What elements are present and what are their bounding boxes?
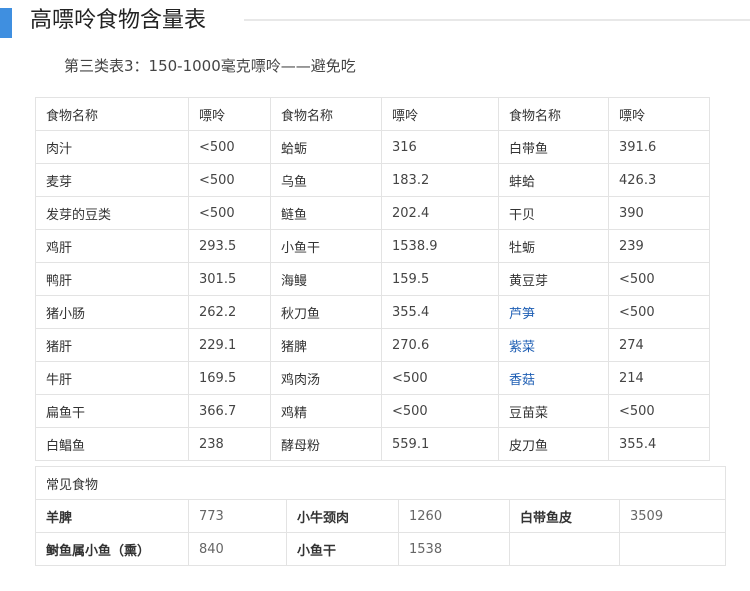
column-header-food-name: 食物名称 xyxy=(498,97,609,131)
food-name-cell: 肉汁 xyxy=(35,130,189,164)
table-row: 羊脾 773 小牛颈肉 1260 白带鱼皮 3509 xyxy=(35,499,727,533)
food-name-cell: 牡蛎 xyxy=(498,229,609,263)
column-header-food-name: 食物名称 xyxy=(270,97,382,131)
table-row: 鲥鱼属小鱼（熏） 840 小鱼干 1538 xyxy=(35,532,727,566)
purine-value-cell: 391.6 xyxy=(608,130,710,164)
purine-value-cell: 238 xyxy=(188,427,271,461)
purine-value-cell: 293.5 xyxy=(188,229,271,263)
purine-value-cell xyxy=(618,532,727,566)
food-link[interactable]: 芦笋 xyxy=(498,295,609,329)
purine-value-cell: 355.4 xyxy=(608,427,710,461)
column-header-purine: 嘌呤 xyxy=(381,97,499,131)
purine-value-cell: 3509 xyxy=(618,499,727,533)
food-name-cell: 黄豆芽 xyxy=(498,262,609,296)
food-name-cell: 蛤蛎 xyxy=(270,130,382,164)
purine-value-cell: 262.2 xyxy=(188,295,271,329)
purine-value-cell: 426.3 xyxy=(608,163,710,197)
food-name-cell: 牛肝 xyxy=(35,361,189,395)
heading-divider xyxy=(244,19,750,21)
purine-value-cell: 270.6 xyxy=(381,328,499,362)
purine-value-cell: 366.7 xyxy=(188,394,271,428)
food-name-cell: 海鳗 xyxy=(270,262,382,296)
purine-value-cell: <500 xyxy=(188,196,271,230)
food-name-cell: 皮刀鱼 xyxy=(498,427,609,461)
common-foods-caption: 常见食物 xyxy=(34,466,727,500)
purine-value-cell: 355.4 xyxy=(381,295,499,329)
purine-value-cell: 1538.9 xyxy=(381,229,499,263)
food-name-cell: 小鱼干 xyxy=(270,229,382,263)
purine-value-cell: <500 xyxy=(608,394,710,428)
common-foods-caption-row: 常见食物 xyxy=(34,466,727,500)
food-name-cell: 猪脾 xyxy=(270,328,382,362)
food-name-cell: 白带鱼 xyxy=(498,130,609,164)
table-row: 猪肝 229.1 猪脾 270.6 紫菜 274 xyxy=(35,328,710,362)
food-name-cell: 鲢鱼 xyxy=(270,196,382,230)
purine-value-cell: <500 xyxy=(381,394,499,428)
column-header-purine: 嘌呤 xyxy=(188,97,271,131)
purine-value-cell: 202.4 xyxy=(381,196,499,230)
table-row: 猪小肠 262.2 秋刀鱼 355.4 芦笋 <500 xyxy=(35,295,710,329)
purine-value-cell: 239 xyxy=(608,229,710,263)
column-header-food-name: 食物名称 xyxy=(35,97,189,131)
food-name-cell xyxy=(509,532,620,566)
food-name-cell: 豆苗菜 xyxy=(498,394,609,428)
table-row: 麦芽 <500 乌鱼 183.2 蚌蛤 426.3 xyxy=(35,163,710,197)
table-row: 鸭肝 301.5 海鳗 159.5 黄豆芽 <500 xyxy=(35,262,710,296)
column-header-purine: 嘌呤 xyxy=(608,97,710,131)
purine-value-cell: 229.1 xyxy=(188,328,271,362)
table-row: 发芽的豆类 <500 鲢鱼 202.4 干贝 390 xyxy=(35,196,710,230)
food-name-cell: 鸡肉汤 xyxy=(270,361,382,395)
heading-accent-bar xyxy=(0,8,12,38)
food-name-cell: 鸡精 xyxy=(270,394,382,428)
food-name-cell: 白带鱼皮 xyxy=(509,499,620,533)
purine-value-cell: <500 xyxy=(608,262,710,296)
purine-value-cell: 274 xyxy=(608,328,710,362)
food-name-cell: 猪肝 xyxy=(35,328,189,362)
food-name-cell: 白鲳鱼 xyxy=(35,427,189,461)
table-subtitle: 第三类表3：150-1000毫克嘌呤——避免吃 xyxy=(64,57,356,75)
food-name-cell: 麦芽 xyxy=(35,163,189,197)
table-row: 白鲳鱼 238 酵母粉 559.1 皮刀鱼 355.4 xyxy=(35,427,710,461)
purine-value-cell: 1538 xyxy=(398,532,510,566)
food-name-cell: 鸭肝 xyxy=(35,262,189,296)
food-name-cell: 鲥鱼属小鱼（熏） xyxy=(35,532,189,566)
table-row: 扁鱼干 366.7 鸡精 <500 豆苗菜 <500 xyxy=(35,394,710,428)
purine-value-cell: 169.5 xyxy=(188,361,271,395)
food-name-cell: 鸡肝 xyxy=(35,229,189,263)
food-name-cell: 扁鱼干 xyxy=(35,394,189,428)
food-name-cell: 发芽的豆类 xyxy=(35,196,189,230)
food-name-cell: 小牛颈肉 xyxy=(286,499,399,533)
purine-value-cell: <500 xyxy=(381,361,499,395)
food-name-cell: 羊脾 xyxy=(35,499,189,533)
purine-value-cell: <500 xyxy=(188,163,271,197)
food-name-cell: 秋刀鱼 xyxy=(270,295,382,329)
food-link[interactable]: 紫菜 xyxy=(498,328,609,362)
food-link[interactable]: 香菇 xyxy=(498,361,609,395)
food-name-cell: 猪小肠 xyxy=(35,295,189,329)
table-row: 鸡肝 293.5 小鱼干 1538.9 牡蛎 239 xyxy=(35,229,710,263)
table-row: 牛肝 169.5 鸡肉汤 <500 香菇 214 xyxy=(35,361,710,395)
table-row: 肉汁 <500 蛤蛎 316 白带鱼 391.6 xyxy=(35,130,710,164)
common-foods-table: 常见食物 羊脾 773 小牛颈肉 1260 白带鱼皮 3509 鲥鱼属小鱼（熏） 840 小鱼干 1… xyxy=(34,466,727,566)
food-name-cell: 小鱼干 xyxy=(286,532,399,566)
purine-value-cell: 773 xyxy=(188,499,287,533)
food-name-cell: 乌鱼 xyxy=(270,163,382,197)
food-name-cell: 酵母粉 xyxy=(270,427,382,461)
purine-value-cell: <500 xyxy=(608,295,710,329)
table-header-row: 食物名称 嘌呤 食物名称 嘌呤 食物名称 嘌呤 xyxy=(35,97,710,131)
purine-value-cell: 559.1 xyxy=(381,427,499,461)
purine-value-cell: <500 xyxy=(188,130,271,164)
purine-value-cell: 301.5 xyxy=(188,262,271,296)
purine-value-cell: 840 xyxy=(188,532,287,566)
purine-value-cell: 390 xyxy=(608,196,710,230)
purine-value-cell: 316 xyxy=(381,130,499,164)
purine-value-cell: 214 xyxy=(608,361,710,395)
page-title: 高嘌呤食物含量表 xyxy=(30,8,207,33)
purine-table: 食物名称 嘌呤 食物名称 嘌呤 食物名称 嘌呤 肉汁 <500 蛤蛎 316 白带鱼 391.6 麦芽 <… xyxy=(35,97,710,461)
purine-value-cell: 1260 xyxy=(398,499,510,533)
purine-value-cell: 159.5 xyxy=(381,262,499,296)
food-name-cell: 蚌蛤 xyxy=(498,163,609,197)
purine-value-cell: 183.2 xyxy=(381,163,499,197)
food-name-cell: 干贝 xyxy=(498,196,609,230)
